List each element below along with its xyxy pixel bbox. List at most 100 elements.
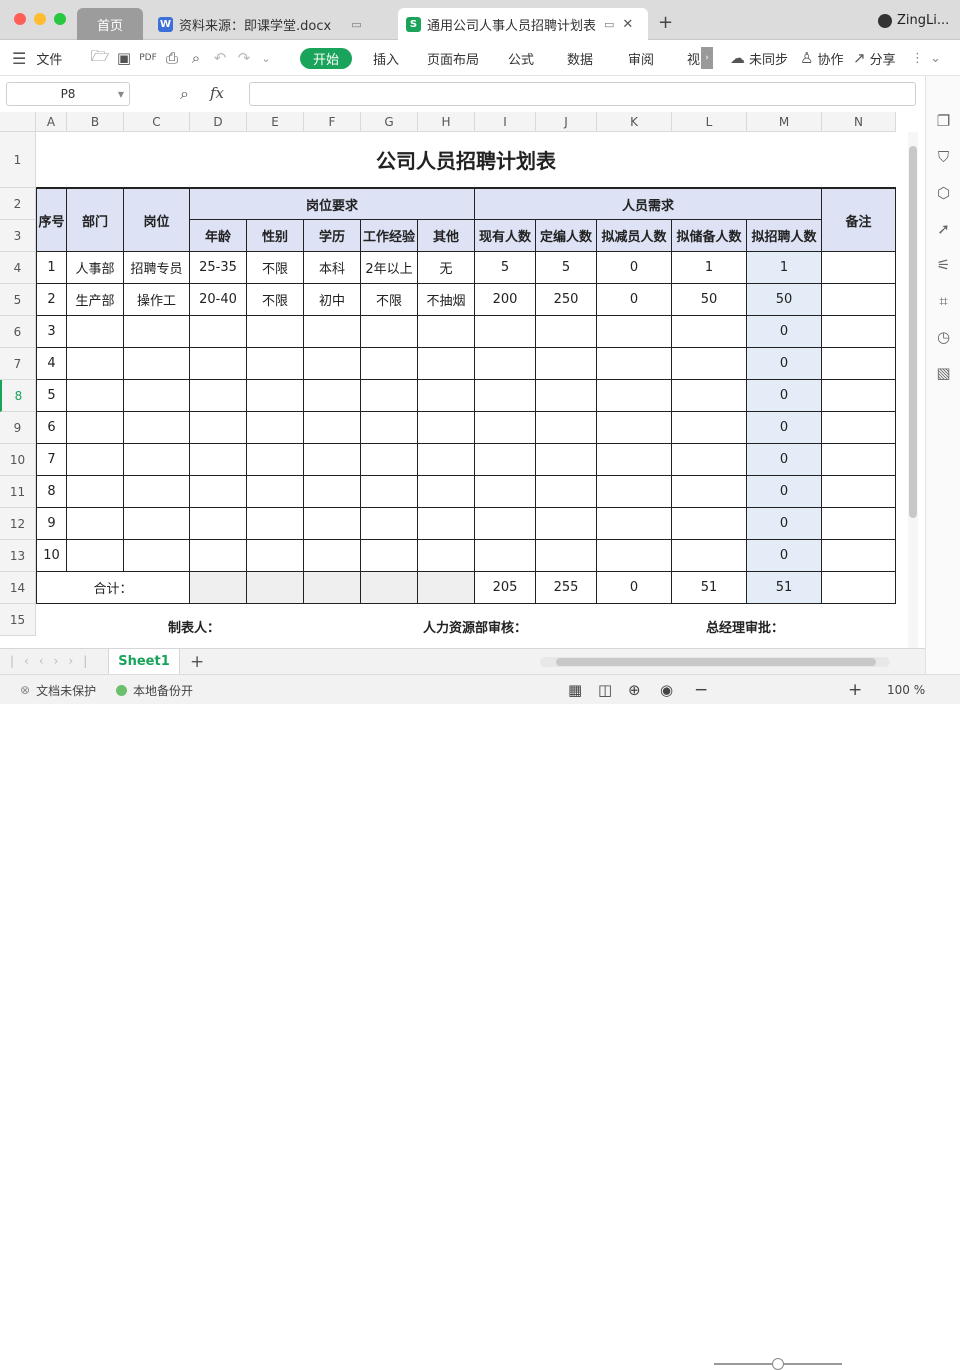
print-preview-icon[interactable]: ⌕ — [184, 49, 208, 67]
table-cell-r1-c7[interactable]: 2年以上 — [361, 252, 418, 284]
minimize-window-button[interactable] — [34, 13, 46, 25]
subheader-7[interactable]: 拟减员人数 — [597, 220, 672, 252]
subheader-2[interactable]: 学历 — [304, 220, 361, 252]
table-cell-r3-c6[interactable] — [304, 316, 361, 348]
table-cell-r1-c10[interactable]: 5 — [536, 252, 597, 284]
table-cell-r6-c10[interactable] — [536, 412, 597, 444]
crop-icon[interactable]: ⌗ — [926, 292, 960, 310]
table-cell-r4-c9[interactable] — [475, 348, 536, 380]
table-cell-r8-c4[interactable] — [190, 476, 247, 508]
column-header-N[interactable]: N — [822, 112, 896, 132]
table-cell-r5-c13[interactable]: 0 — [747, 380, 822, 412]
row-header-5[interactable]: 5 — [0, 284, 36, 316]
table-cell-r5-c4[interactable] — [190, 380, 247, 412]
table-cell-r1-c5[interactable]: 不限 — [247, 252, 304, 284]
table-cell-r6-c5[interactable] — [247, 412, 304, 444]
close-tab-icon[interactable]: ✕ — [622, 17, 633, 32]
table-cell-r1-c3[interactable]: 招聘专员 — [124, 252, 190, 284]
table-cell-r7-c7[interactable] — [361, 444, 418, 476]
table-cell-r1-c14[interactable] — [822, 252, 896, 284]
table-cell-r7-c2[interactable] — [67, 444, 124, 476]
sheet-title[interactable]: 公司人员招聘计划表 — [36, 132, 896, 188]
subheader-9[interactable]: 拟招聘人数 — [747, 220, 822, 252]
backup-status[interactable]: 本地备份开 — [116, 675, 193, 705]
table-cell-r4-c5[interactable] — [247, 348, 304, 380]
row-header-14[interactable]: 14 — [0, 572, 36, 604]
column-header-I[interactable]: I — [475, 112, 536, 132]
paint-bucket-icon[interactable]: ⛉ — [926, 148, 960, 166]
table-cell-r2-c4[interactable]: 20-40 — [190, 284, 247, 316]
column-header-F[interactable]: F — [304, 112, 361, 132]
table-cell-r2-c8[interactable]: 不抽烟 — [418, 284, 475, 316]
table-cell-r9-c11[interactable] — [597, 508, 672, 540]
protect-status[interactable]: ⊗ 文档未保护 — [20, 675, 96, 705]
table-cell-r5-c9[interactable] — [475, 380, 536, 412]
table-cell-r7-c3[interactable] — [124, 444, 190, 476]
history-icon[interactable]: ◷ — [926, 328, 960, 346]
table-cell-r1-c6[interactable]: 本科 — [304, 252, 361, 284]
table-cell-r3-c1[interactable]: 3 — [36, 316, 67, 348]
subheader-1[interactable]: 性别 — [247, 220, 304, 252]
table-cell-r8-c6[interactable] — [304, 476, 361, 508]
table-cell-r3-c7[interactable] — [361, 316, 418, 348]
table-cell-r5-c10[interactable] — [536, 380, 597, 412]
table-cell-r7-c6[interactable] — [304, 444, 361, 476]
table-cell-r8-c5[interactable] — [247, 476, 304, 508]
pointer-icon[interactable]: ➚ — [926, 220, 960, 238]
horizontal-scrollbar[interactable] — [540, 657, 890, 667]
table-cell-r9-c1[interactable]: 9 — [36, 508, 67, 540]
table-cell-r3-c11[interactable] — [597, 316, 672, 348]
monitor-icon[interactable]: ▭ — [604, 18, 614, 31]
table-cell-r4-c11[interactable] — [597, 348, 672, 380]
table-cell-r10-c14[interactable] — [822, 540, 896, 572]
total-empty-5[interactable] — [304, 572, 361, 604]
table-cell-r4-c1[interactable]: 4 — [36, 348, 67, 380]
zoom-out-button[interactable]: − — [694, 675, 708, 705]
table-cell-r9-c8[interactable] — [418, 508, 475, 540]
table-cell-r1-c9[interactable]: 5 — [475, 252, 536, 284]
row-header-6[interactable]: 6 — [0, 316, 36, 348]
row-header-1[interactable]: 1 — [0, 132, 36, 188]
subheader-3[interactable]: 工作经验 — [361, 220, 418, 252]
table-cell-r6-c11[interactable] — [597, 412, 672, 444]
table-cell-r10-c3[interactable] — [124, 540, 190, 572]
table-cell-r9-c14[interactable] — [822, 508, 896, 540]
column-header-C[interactable]: C — [124, 112, 190, 132]
row-header-3[interactable]: 3 — [0, 220, 36, 252]
formula-input[interactable] — [249, 82, 916, 106]
menu-data[interactable]: 数据 — [567, 40, 593, 76]
table-cell-r6-c3[interactable] — [124, 412, 190, 444]
monitor-icon[interactable]: ▭ — [351, 18, 361, 31]
table-cell-r3-c14[interactable] — [822, 316, 896, 348]
zoom-lookup-icon[interactable]: ⌕ — [180, 84, 189, 104]
collapse-ribbon-icon[interactable]: ⌄ — [930, 40, 941, 76]
table-cell-r8-c3[interactable] — [124, 476, 190, 508]
total-empty-7[interactable] — [418, 572, 475, 604]
column-header-E[interactable]: E — [247, 112, 304, 132]
table-cell-r6-c2[interactable] — [67, 412, 124, 444]
total-value-0[interactable]: 205 — [475, 572, 536, 604]
column-header-H[interactable]: H — [418, 112, 475, 132]
table-cell-r9-c5[interactable] — [247, 508, 304, 540]
fx-icon[interactable]: fx — [210, 84, 224, 102]
redo-icon[interactable]: ↷ — [232, 49, 256, 67]
image-icon[interactable]: ▧ — [926, 364, 960, 382]
table-cell-r9-c9[interactable] — [475, 508, 536, 540]
table-cell-r5-c1[interactable]: 5 — [36, 380, 67, 412]
dropdown-arrow-icon[interactable]: ▼ — [118, 90, 124, 99]
column-header-D[interactable]: D — [190, 112, 247, 132]
table-cell-r1-c4[interactable]: 25-35 — [190, 252, 247, 284]
table-cell-r2-c3[interactable]: 操作工 — [124, 284, 190, 316]
table-cell-r7-c9[interactable] — [475, 444, 536, 476]
total-note[interactable] — [822, 572, 896, 604]
table-cell-r10-c12[interactable] — [672, 540, 747, 572]
save-icon[interactable]: ▣ — [112, 49, 136, 67]
hexagon-icon[interactable]: ⬡ — [926, 184, 960, 202]
total-value-3[interactable]: 51 — [672, 572, 747, 604]
table-cell-r10-c11[interactable] — [597, 540, 672, 572]
row-header-8[interactable]: 8 — [0, 380, 36, 412]
undo-icon[interactable]: ↶ — [208, 49, 232, 67]
table-cell-r5-c14[interactable] — [822, 380, 896, 412]
table-cell-r8-c7[interactable] — [361, 476, 418, 508]
table-cell-r6-c1[interactable]: 6 — [36, 412, 67, 444]
